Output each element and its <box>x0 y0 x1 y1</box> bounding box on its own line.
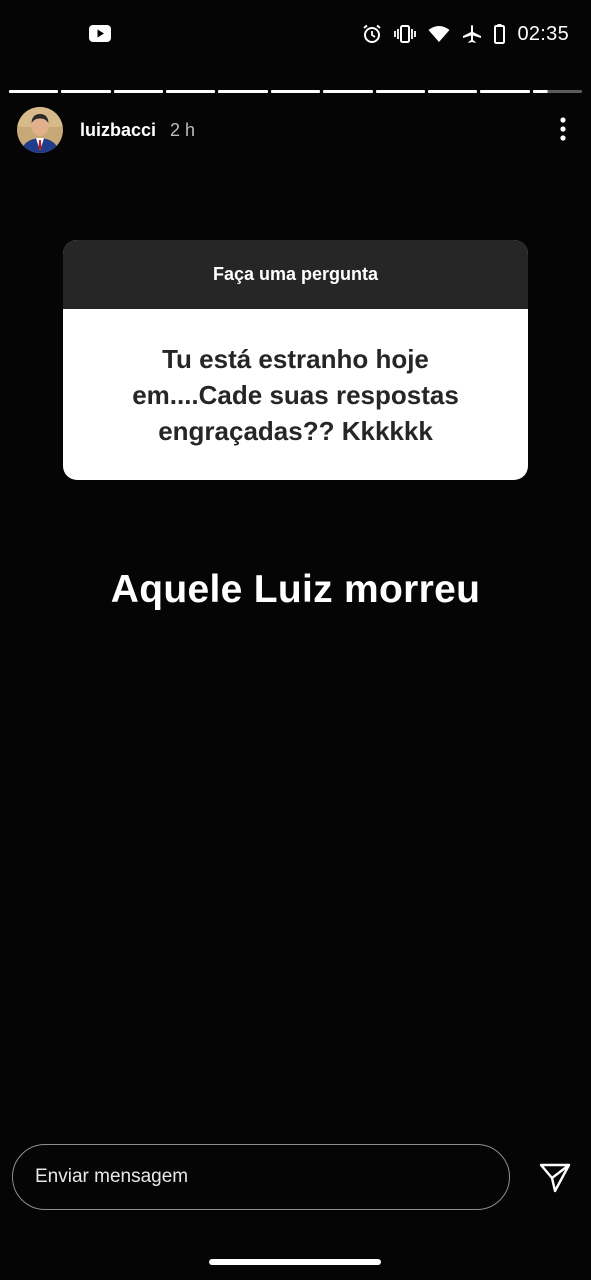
send-icon[interactable] <box>538 1160 572 1194</box>
wifi-icon <box>428 26 450 42</box>
profile-photo-icon <box>17 107 63 153</box>
progress-segment <box>113 90 164 93</box>
avatar[interactable] <box>17 107 63 153</box>
progress-segment <box>480 90 530 93</box>
progress-segment-current <box>532 90 582 93</box>
send-message-input[interactable] <box>12 1144 510 1210</box>
progress-segment <box>9 90 59 93</box>
username[interactable]: luizbacci <box>80 120 156 141</box>
progress-segment <box>218 90 268 93</box>
question-sticker: Faça uma pergunta Tu está estranho hoje … <box>63 240 528 480</box>
progress-segment <box>61 90 111 93</box>
vibrate-icon <box>394 25 417 43</box>
question-sticker-text: Tu está estranho hoje em....Cade suas re… <box>132 343 459 446</box>
story-progress-bar <box>9 90 582 93</box>
progress-segment <box>375 90 425 93</box>
story-header: luizbacci 2 h <box>17 106 574 154</box>
progress-segment <box>166 90 216 93</box>
status-bar: 02:35 <box>0 0 591 70</box>
story-time-ago: 2 h <box>170 119 196 140</box>
airplane-icon <box>463 25 482 43</box>
status-time: 02:35 <box>517 22 569 45</box>
status-icons: 02:35 <box>362 20 569 48</box>
home-indicator[interactable] <box>209 1259 381 1265</box>
question-sticker-title: Faça uma pergunta <box>63 240 528 309</box>
progress-segment <box>270 90 321 93</box>
progress-segment <box>323 90 373 93</box>
more-vertical-icon[interactable] <box>556 116 570 142</box>
battery-icon <box>494 24 506 44</box>
alarm-icon <box>363 24 382 43</box>
progress-segment <box>427 90 478 93</box>
story-reply-text: Aquele Luiz morreu <box>110 568 481 611</box>
youtube-icon <box>89 25 111 42</box>
